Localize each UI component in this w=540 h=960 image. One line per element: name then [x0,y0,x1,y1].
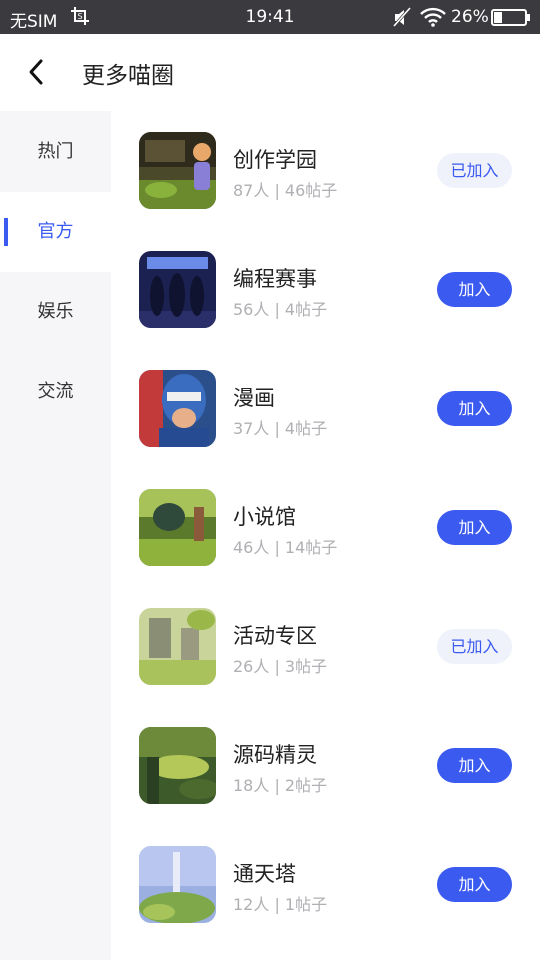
circle-stats: 46人 | 14帖子 [233,538,338,557]
circle-stats: 26人 | 3帖子 [233,657,328,676]
sidebar-item-label: 热门 [37,141,74,162]
list-item[interactable]: 通天塔 12人 | 1帖子 加入 [111,825,540,944]
circle-name: 活动专区 [233,624,317,648]
joined-button[interactable]: 已加入 [437,153,512,188]
sidebar-item-label: 官方 [37,221,74,242]
sidebar-item-hot[interactable]: 热门 [0,112,111,192]
joined-button[interactable]: 已加入 [437,629,512,664]
sidebar-item-label: 娱乐 [37,301,74,322]
battery-percent: 26% [451,7,489,27]
page-header: 更多喵圈 [0,34,540,111]
circle-name: 编程赛事 [233,267,317,291]
list-item[interactable]: 小说馆 46人 | 14帖子 加入 [111,468,540,587]
wifi-icon [420,7,446,27]
circle-list: 创作学园 87人 | 46帖子 已加入 编程赛事 56人 | 4帖子 加入 漫画… [111,111,540,960]
circle-cover-image [139,132,216,209]
sidebar-item-official[interactable]: 官方 [0,192,111,272]
circle-stats: 37人 | 4帖子 [233,419,328,438]
list-item[interactable]: 创作学园 87人 | 46帖子 已加入 [111,111,540,230]
category-sidebar: 热门 官方 娱乐 交流 [0,111,111,960]
list-item[interactable]: 活动专区 26人 | 3帖子 已加入 [111,587,540,706]
sidebar-item-discussion[interactable]: 交流 [0,352,111,432]
circle-cover-image [139,251,216,328]
circle-name: 通天塔 [233,862,296,886]
join-button[interactable]: 加入 [437,391,512,426]
page-title: 更多喵圈 [82,63,174,89]
list-item[interactable]: 漫画 37人 | 4帖子 加入 [111,349,540,468]
circle-cover-image [139,846,216,923]
circle-cover-image [139,370,216,447]
join-button[interactable]: 加入 [437,510,512,545]
circle-stats: 56人 | 4帖子 [233,300,328,319]
join-button[interactable]: 加入 [437,272,512,307]
circle-stats: 87人 | 46帖子 [233,181,338,200]
list-item[interactable]: 编程赛事 56人 | 4帖子 加入 [111,230,540,349]
list-item[interactable]: 源码精灵 18人 | 2帖子 加入 [111,706,540,825]
active-indicator [4,218,8,246]
circle-name: 创作学园 [233,148,317,172]
circle-cover-image [139,489,216,566]
mute-icon [392,7,412,27]
circle-name: 源码精灵 [233,743,317,767]
circle-cover-image [139,727,216,804]
circle-stats: 12人 | 1帖子 [233,895,328,914]
circle-cover-image [139,608,216,685]
chevron-left-icon[interactable] [24,58,48,86]
circle-stats: 18人 | 2帖子 [233,776,328,795]
battery-icon [491,9,530,26]
circle-name: 漫画 [233,386,275,410]
join-button[interactable]: 加入 [437,748,512,783]
circle-name: 小说馆 [233,505,296,529]
sidebar-item-label: 交流 [37,381,74,402]
join-button[interactable]: 加入 [437,867,512,902]
sidebar-item-entertainment[interactable]: 娱乐 [0,272,111,352]
status-bar: 无SIM S 19:41 26% [0,0,540,34]
